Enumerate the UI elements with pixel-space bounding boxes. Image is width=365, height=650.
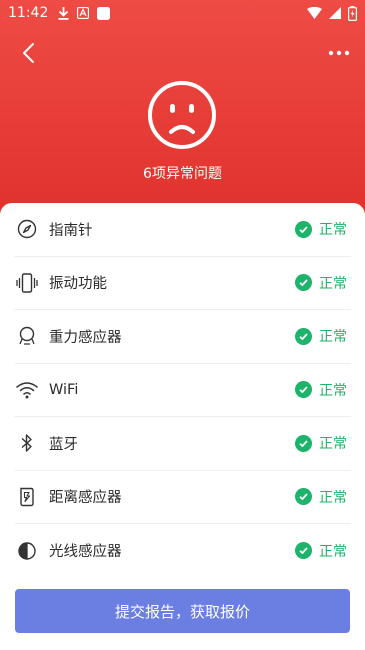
list-item-bluetooth[interactable]: 蓝牙 正常: [14, 417, 351, 471]
status-badge: 正常: [295, 273, 347, 293]
list-item-vibration[interactable]: 振动功能 正常: [14, 257, 351, 310]
status-text: 正常: [319, 489, 347, 506]
list-item-wifi[interactable]: WiFi 正常: [14, 364, 351, 417]
item-label: 蓝牙: [49, 436, 78, 453]
more-dots-icon: [328, 50, 350, 56]
item-label: WiFi: [49, 381, 79, 398]
item-label: 距离感应器: [49, 490, 122, 507]
wifi-signal-icon: [307, 7, 322, 19]
check-results-card: 指南针 正常 振动功能 正常 重力感应器 正常 WiFi 正常 蓝牙 正常 距离…: [0, 203, 365, 650]
check-list: 指南针 正常 振动功能 正常 重力感应器 正常 WiFi 正常 蓝牙 正常 距离…: [0, 203, 365, 578]
item-label: 光线感应器: [49, 544, 122, 561]
status-time: 11:42: [8, 5, 49, 21]
status-bar: 11:42: [0, 0, 365, 26]
battery-icon: [348, 5, 357, 21]
check-icon: [295, 220, 312, 238]
app-notification-icon: [77, 7, 90, 19]
status-text: 正常: [319, 436, 347, 453]
item-label: 振动功能: [49, 276, 107, 293]
cell-signal-icon: [329, 7, 341, 19]
status-text: 正常: [319, 543, 347, 560]
bluetooth-icon: [21, 434, 32, 452]
back-button[interactable]: [18, 40, 42, 66]
check-icon: [295, 381, 312, 399]
status-badge: 正常: [295, 326, 347, 346]
light-sensor-icon: [18, 542, 36, 560]
list-item-proximity-sensor[interactable]: 距离感应器 正常: [14, 471, 351, 524]
status-text: 正常: [319, 275, 347, 292]
status-text: 正常: [319, 329, 347, 346]
list-item-light-sensor[interactable]: 光线感应器 正常: [14, 524, 351, 578]
list-item-compass[interactable]: 指南针 正常: [14, 203, 351, 257]
issues-count-text: 6项异常问题: [143, 166, 222, 182]
status-text: 正常: [319, 222, 347, 239]
status-badge: 正常: [295, 219, 347, 239]
item-label: 重力感应器: [49, 329, 122, 346]
item-label: 指南针: [49, 222, 93, 239]
check-icon: [295, 327, 312, 345]
app-square-icon: [97, 6, 111, 20]
back-arrow-icon: [23, 43, 34, 63]
status-badge: 正常: [295, 433, 347, 453]
download-icon: [58, 6, 69, 20]
compass-icon: [17, 220, 37, 239]
gravity-sensor-icon: [19, 327, 35, 345]
status-badge: 正常: [295, 487, 347, 507]
check-icon: [295, 542, 312, 560]
status-badge: 正常: [295, 380, 347, 400]
check-icon: [295, 434, 312, 452]
header-banner: 11:42 6项异常问题: [0, 0, 365, 215]
proximity-sensor-icon: [20, 487, 34, 506]
wifi-icon: [16, 382, 38, 399]
check-icon: [295, 488, 312, 506]
vibration-icon: [16, 273, 38, 293]
list-item-gravity-sensor[interactable]: 重力感应器 正常: [14, 310, 351, 364]
status-text: 正常: [319, 382, 347, 399]
check-icon: [295, 274, 312, 292]
sad-face-icon: [148, 81, 216, 149]
submit-report-button[interactable]: 提交报告，获取报价: [15, 589, 350, 633]
status-badge: 正常: [295, 541, 347, 561]
more-options-button[interactable]: [327, 44, 353, 62]
